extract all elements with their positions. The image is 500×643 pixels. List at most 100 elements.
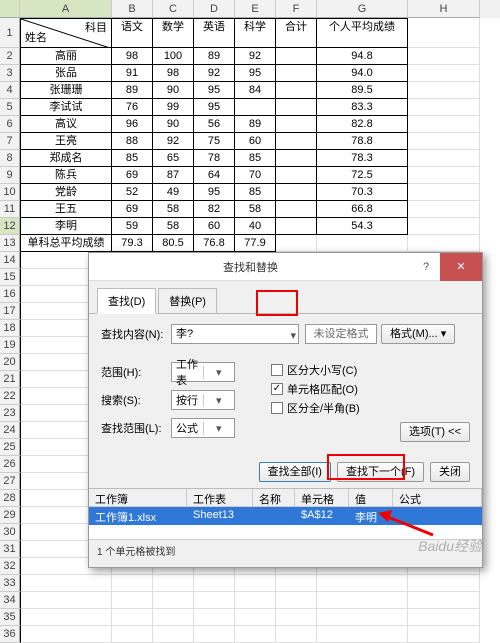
cell[interactable]: 单科总平均成绩 [20,235,112,252]
cell[interactable] [153,609,194,626]
cell[interactable]: 李明 [20,218,112,235]
col-D[interactable]: D [194,0,235,18]
cell[interactable] [408,18,480,48]
cell[interactable]: 数学 [153,18,194,48]
cell[interactable] [408,116,480,133]
chevron-down-icon[interactable]: ▾ [290,327,296,345]
cell[interactable] [408,235,480,252]
cell[interactable]: 94.0 [317,65,408,82]
col-E[interactable]: E [235,0,276,18]
cell[interactable]: 科学 [235,18,276,48]
row-header[interactable]: 13 [0,235,20,252]
close-button[interactable]: 关闭 [430,462,470,482]
row-header[interactable]: 4 [0,82,20,99]
row-header[interactable]: 15 [0,269,20,286]
col-B[interactable]: B [112,0,153,18]
tab-find[interactable]: 查找(D) [97,288,156,314]
cell[interactable] [408,48,480,65]
cell[interactable] [408,626,480,643]
cell[interactable] [408,150,480,167]
row-header[interactable]: 23 [0,405,20,422]
row-header[interactable]: 7 [0,133,20,150]
cell[interactable] [235,626,276,643]
cell[interactable]: 58 [235,201,276,218]
cell[interactable]: 99 [153,99,194,116]
row-header[interactable]: 24 [0,422,20,439]
row-header[interactable]: 3 [0,65,20,82]
cell[interactable] [408,592,480,609]
col-C[interactable]: C [153,0,194,18]
cell[interactable] [276,235,317,252]
cell[interactable]: 82.8 [317,116,408,133]
col-G[interactable]: G [317,0,408,18]
cell[interactable]: 54.3 [317,218,408,235]
cell[interactable]: 58 [153,218,194,235]
chevron-down-icon[interactable]: ▾ [203,422,235,435]
cell[interactable]: 78 [194,150,235,167]
cell[interactable]: 78.3 [317,150,408,167]
row-header[interactable]: 5 [0,99,20,116]
row-header[interactable]: 8 [0,150,20,167]
match-width-checkbox[interactable]: 区分全/半角(B) [271,400,470,416]
row-header[interactable]: 31 [0,541,20,558]
cell[interactable] [153,575,194,592]
cell[interactable]: 98 [153,65,194,82]
row-header[interactable]: 1 [0,18,20,48]
cell[interactable] [276,201,317,218]
cell[interactable]: 89 [112,82,153,99]
row-header[interactable]: 21 [0,371,20,388]
cell[interactable]: 77.9 [235,235,276,252]
cell[interactable]: 张品 [20,65,112,82]
cell[interactable]: 88 [112,133,153,150]
cell[interactable]: 陈兵 [20,167,112,184]
cell[interactable]: 70.3 [317,184,408,201]
cell[interactable]: 65 [153,150,194,167]
cell[interactable]: 95 [194,99,235,116]
search-combo[interactable]: 按行▾ [171,390,235,410]
cell[interactable]: 66.8 [317,201,408,218]
cell[interactable] [276,626,317,643]
row-header[interactable]: 9 [0,167,20,184]
cell[interactable]: 90 [153,82,194,99]
cell[interactable]: 69 [112,201,153,218]
cell[interactable] [112,575,153,592]
cell[interactable]: 高议 [20,116,112,133]
cell[interactable] [276,167,317,184]
cell[interactable]: 李试试 [20,99,112,116]
cell[interactable] [276,116,317,133]
row-header[interactable]: 20 [0,354,20,371]
cell[interactable]: 80.5 [153,235,194,252]
cell[interactable]: 张珊珊 [20,82,112,99]
cell[interactable]: 85 [112,150,153,167]
cell[interactable]: 高丽 [20,48,112,65]
row-header[interactable]: 19 [0,337,20,354]
cell[interactable]: 98 [112,48,153,65]
match-whole-checkbox[interactable]: ✓单元格匹配(O) [271,381,470,397]
cell[interactable]: 95 [194,82,235,99]
cell[interactable] [276,609,317,626]
row-header[interactable]: 18 [0,320,20,337]
cell[interactable]: 52 [112,184,153,201]
row-header[interactable]: 10 [0,184,20,201]
cell[interactable]: 76.8 [194,235,235,252]
col-F[interactable]: F [276,0,317,18]
cell[interactable]: 58 [153,201,194,218]
cell[interactable]: 92 [235,48,276,65]
cell[interactable] [112,626,153,643]
row-header[interactable]: 17 [0,303,20,320]
cell[interactable]: 60 [235,133,276,150]
cell[interactable]: 95 [235,65,276,82]
select-all-corner[interactable] [0,0,20,18]
cell[interactable]: 49 [153,184,194,201]
find-all-button[interactable]: 查找全部(I) [259,462,331,482]
cell[interactable]: 40 [235,218,276,235]
cell[interactable] [235,609,276,626]
row-header[interactable]: 34 [0,592,20,609]
cell[interactable]: 89.5 [317,82,408,99]
cell[interactable] [317,592,408,609]
dialog-titlebar[interactable]: 查找和替换 ? ✕ [89,253,482,281]
cell[interactable] [235,575,276,592]
cell[interactable]: 83.3 [317,99,408,116]
cell[interactable] [153,626,194,643]
cell[interactable] [276,48,317,65]
